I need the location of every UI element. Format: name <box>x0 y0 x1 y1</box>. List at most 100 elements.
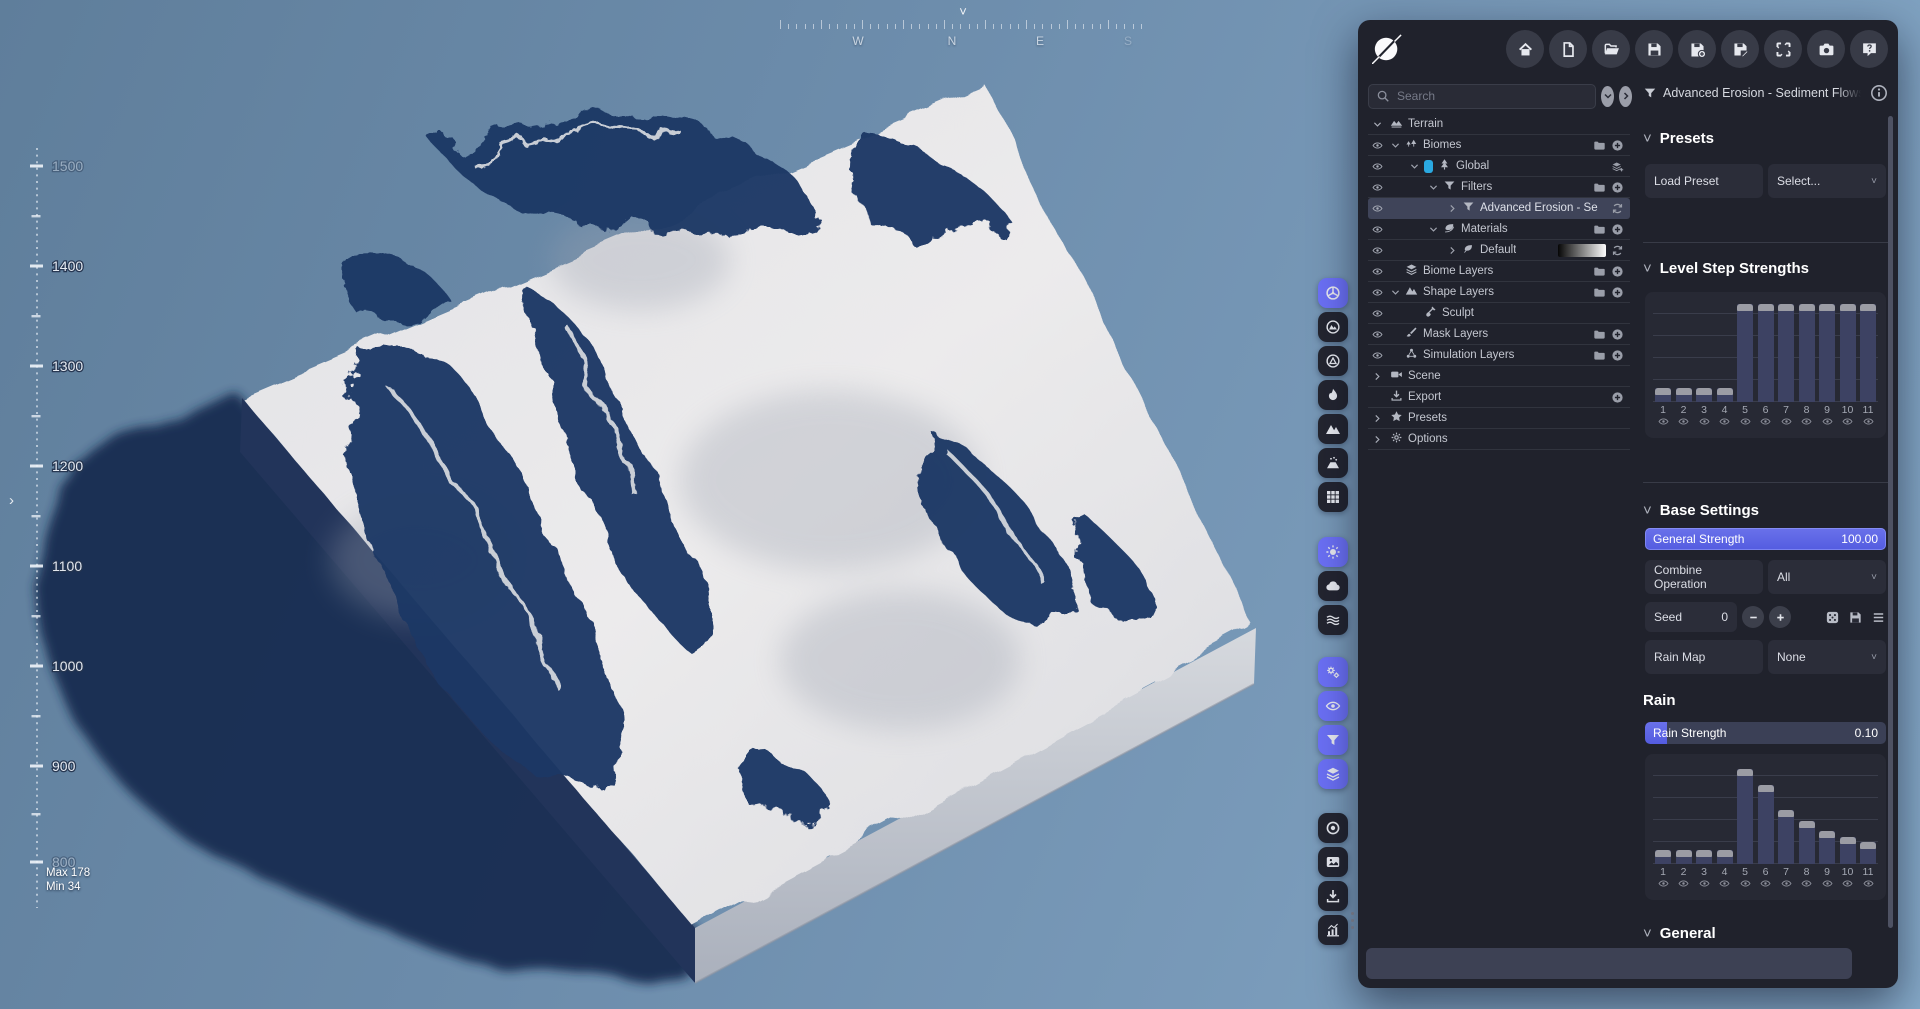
seed-decrement-button[interactable] <box>1742 606 1764 628</box>
info-icon[interactable] <box>1870 84 1888 102</box>
tree-row[interactable]: Materials <box>1368 219 1630 240</box>
eye-icon[interactable] <box>1799 416 1815 427</box>
chevron-right-icon[interactable] <box>1447 245 1458 256</box>
eye-icon[interactable] <box>1758 878 1774 889</box>
chart-bar[interactable] <box>1737 304 1753 402</box>
layers-toggle[interactable] <box>1318 759 1348 789</box>
stats-tool[interactable] <box>1318 915 1348 945</box>
eye-icon[interactable] <box>1696 416 1712 427</box>
eye-icon[interactable] <box>1372 350 1383 361</box>
chevron-right-icon[interactable] <box>1372 371 1383 382</box>
eye-icon[interactable] <box>1372 224 1383 235</box>
tree-row[interactable]: Default <box>1368 240 1630 261</box>
eye-icon[interactable] <box>1717 878 1733 889</box>
collapse-all-button[interactable] <box>1601 86 1614 107</box>
chart-bar[interactable] <box>1655 850 1671 864</box>
eye-icon[interactable] <box>1372 329 1383 340</box>
water-toggle[interactable] <box>1318 605 1348 635</box>
chart-bar[interactable] <box>1676 850 1692 864</box>
chart-bar[interactable] <box>1696 388 1712 402</box>
folder-icon[interactable] <box>1593 328 1606 341</box>
camera-button[interactable] <box>1807 30 1845 68</box>
chevron-down-icon[interactable] <box>1390 140 1401 151</box>
search-input[interactable] <box>1395 88 1588 104</box>
chart-bar[interactable] <box>1819 831 1835 864</box>
erosion-tool[interactable] <box>1318 380 1348 410</box>
eye-icon[interactable] <box>1676 878 1692 889</box>
chart-bar[interactable] <box>1758 304 1774 402</box>
section-level-steps[interactable]: ˅ Level Step Strengths <box>1643 260 1809 277</box>
level-steps-chart[interactable]: 1234567891011 <box>1645 292 1886 438</box>
left-panel-expander[interactable]: › <box>9 492 14 509</box>
chevron-down-icon[interactable] <box>1390 287 1401 298</box>
seed-field[interactable]: Seed 0 <box>1645 602 1737 632</box>
chart-bar[interactable] <box>1758 785 1774 864</box>
eye-icon[interactable] <box>1778 416 1794 427</box>
rain-chart[interactable]: 1234567891011 <box>1645 754 1886 900</box>
plus-icon[interactable] <box>1611 139 1624 152</box>
tree-row[interactable]: Filters <box>1368 177 1630 198</box>
folder-icon[interactable] <box>1593 286 1606 299</box>
save-seed-icon[interactable] <box>1848 610 1863 625</box>
eye-icon[interactable] <box>1676 416 1692 427</box>
tree-row[interactable]: Advanced Erosion - Se <box>1368 198 1630 219</box>
chart-bar[interactable] <box>1799 821 1815 864</box>
section-base-settings[interactable]: ˅ Base Settings <box>1643 502 1759 519</box>
chevron-down-icon[interactable] <box>1428 224 1439 235</box>
navigate-tool[interactable] <box>1318 278 1348 308</box>
chart-bar[interactable] <box>1840 304 1856 402</box>
status-command-bar[interactable] <box>1366 948 1852 979</box>
color-chip[interactable] <box>1424 160 1433 173</box>
chart-bar[interactable] <box>1799 304 1815 402</box>
chevron-right-icon[interactable] <box>1447 203 1458 214</box>
eye-icon[interactable] <box>1819 416 1835 427</box>
tree-row[interactable]: Biomes <box>1368 135 1630 156</box>
eye-icon[interactable] <box>1655 416 1671 427</box>
tree-row[interactable]: Global <box>1368 156 1630 177</box>
visibility-toggle[interactable] <box>1318 691 1348 721</box>
panel-resize-handle[interactable] <box>1351 912 1354 929</box>
lighting-toggle[interactable] <box>1318 537 1348 567</box>
eye-icon[interactable] <box>1840 416 1856 427</box>
seed-increment-button[interactable] <box>1769 606 1791 628</box>
auto-settings-toggle[interactable] <box>1318 657 1348 687</box>
folder-icon[interactable] <box>1593 349 1606 362</box>
chart-bar[interactable] <box>1737 769 1753 864</box>
rain-strength-slider[interactable]: Rain Strength 0.10 <box>1645 722 1886 744</box>
combine-operation-dropdown[interactable]: All ˅ <box>1768 560 1886 594</box>
plus-icon[interactable] <box>1611 286 1624 299</box>
tree-row[interactable]: Export <box>1368 387 1630 408</box>
dice-icon[interactable] <box>1825 610 1840 625</box>
eye-icon[interactable] <box>1778 878 1794 889</box>
terrain-view-tool[interactable] <box>1318 312 1348 342</box>
expand-panel-button[interactable] <box>1619 86 1632 107</box>
eye-icon[interactable] <box>1840 878 1856 889</box>
refresh-icon[interactable] <box>1611 244 1624 257</box>
plus-icon[interactable] <box>1611 181 1624 194</box>
inspector-scrollbar[interactable] <box>1888 116 1893 928</box>
open-folder-button[interactable] <box>1592 30 1630 68</box>
eye-icon[interactable] <box>1372 182 1383 193</box>
save-edit-button[interactable] <box>1721 30 1759 68</box>
eye-icon[interactable] <box>1860 878 1876 889</box>
load-preset-dropdown[interactable]: Select... ˅ <box>1768 164 1886 198</box>
chart-bar[interactable] <box>1717 850 1733 864</box>
tree-row[interactable]: Sculpt <box>1368 303 1630 324</box>
focus-tool[interactable] <box>1318 813 1348 843</box>
chart-bar[interactable] <box>1655 388 1671 402</box>
save-plus-button[interactable] <box>1678 30 1716 68</box>
compass-ruler[interactable]: ˅ WNES <box>770 4 1160 48</box>
tree-row[interactable]: Terrain <box>1368 114 1630 135</box>
new-file-button[interactable] <box>1549 30 1587 68</box>
chevron-down-icon[interactable] <box>1372 119 1383 130</box>
layers-plus-icon[interactable] <box>1611 160 1624 173</box>
save-button[interactable] <box>1635 30 1673 68</box>
plus-icon[interactable] <box>1611 328 1624 341</box>
chevron-right-icon[interactable] <box>1372 413 1383 424</box>
refresh-icon[interactable] <box>1611 202 1624 215</box>
plus-icon[interactable] <box>1611 349 1624 362</box>
eye-icon[interactable] <box>1737 416 1753 427</box>
rain-map-dropdown[interactable]: None ˅ <box>1768 640 1886 674</box>
chart-bar[interactable] <box>1860 304 1876 402</box>
filters-toggle[interactable] <box>1318 725 1348 755</box>
